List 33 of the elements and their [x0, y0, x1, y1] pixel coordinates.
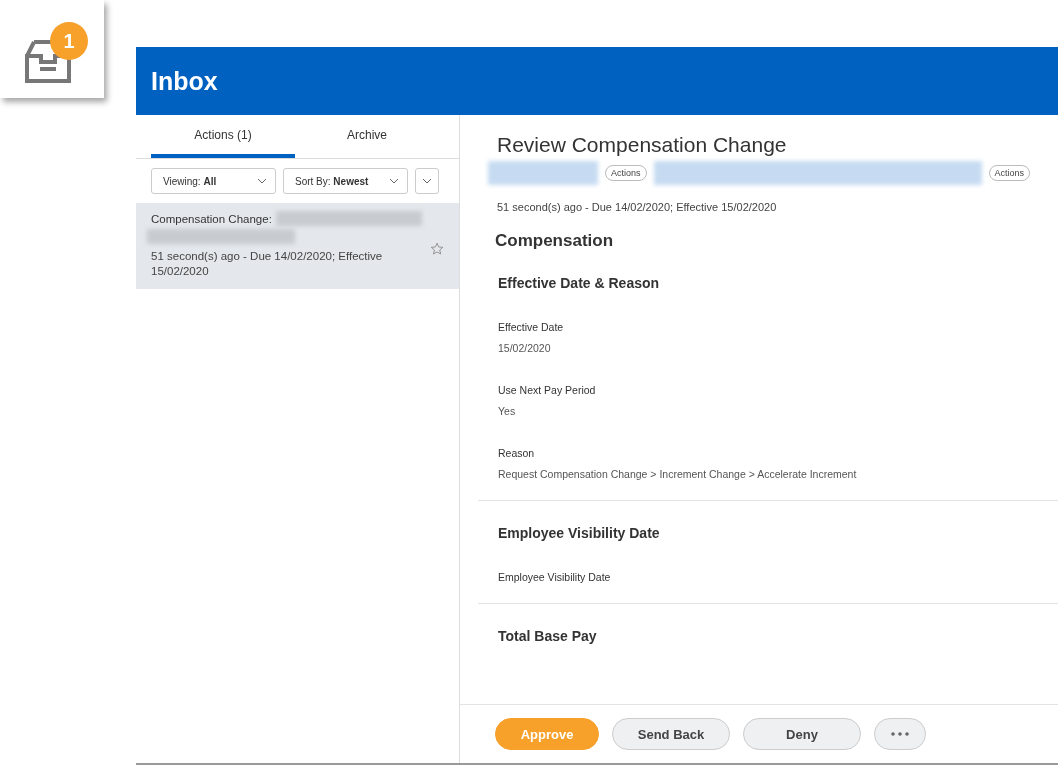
action-button[interactable]: Deny — [743, 718, 861, 750]
chevron-down-icon — [257, 178, 267, 184]
section-title: Effective Date & Reason — [498, 275, 661, 291]
filter-dropdown[interactable]: Sort By: Newest — [283, 168, 408, 194]
item-meta: 51 second(s) ago - Due 14/02/2020; Effective 15/02/2020 — [151, 249, 384, 279]
more-button[interactable] — [874, 718, 926, 750]
actions-button[interactable]: Actions — [605, 165, 647, 181]
item-title: Compensation Change: — [151, 212, 272, 225]
page-title: Inbox — [151, 66, 218, 96]
field-label: Employee Visibility Date — [498, 571, 612, 583]
field-value: Yes — [498, 405, 517, 417]
chevron-down-icon — [422, 178, 432, 184]
field-label: Effective Date — [498, 321, 565, 333]
detail-title: Review Compensation Change — [496, 133, 788, 157]
section-title: Employee Visibility Date — [498, 525, 661, 541]
field-label: Reason — [498, 447, 536, 459]
tab[interactable]: Actions (1) — [151, 115, 295, 158]
field-label: Use Next Pay Period — [498, 384, 597, 396]
actions-button[interactable]: Actions — [988, 165, 1031, 181]
inbox-item[interactable]: Compensation Change: 51 second(s) ago - Due 14/02/2020; Effective 15/02/2020 — [136, 203, 459, 289]
options-dropdown[interactable] — [415, 168, 439, 194]
notification-badge: 1 — [50, 22, 88, 60]
section-title: Total Base Pay — [498, 628, 598, 644]
star-icon[interactable] — [429, 241, 444, 257]
detail-meta: 51 second(s) ago - Due 14/02/2020; Effective 15/02/2020 — [496, 201, 778, 213]
tab[interactable]: Archive — [295, 115, 439, 158]
filter-dropdown[interactable]: Viewing: All — [151, 168, 276, 194]
field-value: 15/02/2020 — [498, 342, 552, 354]
chevron-down-icon — [389, 178, 399, 184]
action-button[interactable]: Send Back — [612, 718, 730, 750]
field-value: Request Compensation Change > Increment Change > Accelerate Increment — [498, 468, 858, 480]
section-heading: Compensation — [494, 231, 615, 251]
more-icon — [891, 732, 909, 736]
